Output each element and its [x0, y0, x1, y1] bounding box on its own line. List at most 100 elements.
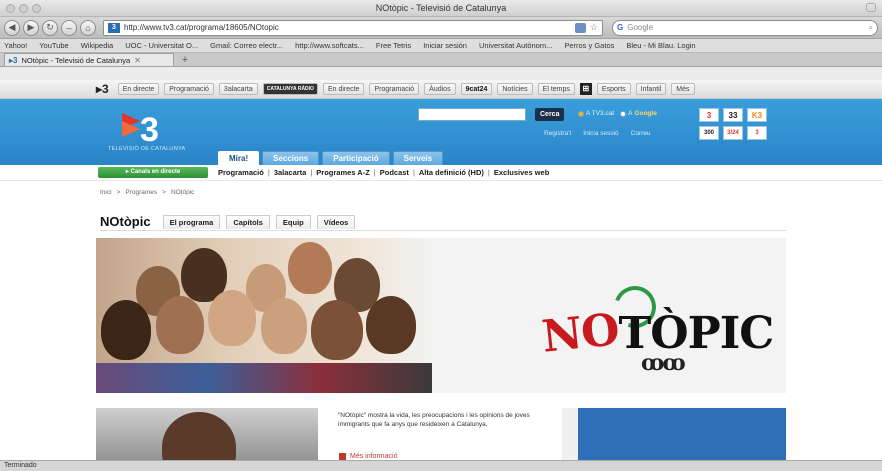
topnav-link[interactable]: Esports: [596, 83, 631, 95]
live-channels-label: Canals en directe: [130, 169, 181, 175]
radio-dot-icon: [620, 110, 627, 117]
bookmark-item[interactable]: Universitat Autònom...: [479, 41, 552, 50]
bookmark-item[interactable]: Free Tetris: [376, 41, 411, 50]
bookmark-item[interactable]: Yahoo!: [4, 41, 27, 50]
bookmark-item[interactable]: Wikipedia: [81, 41, 114, 50]
subnav-link[interactable]: Exclusives web: [494, 168, 549, 177]
new-tab-button[interactable]: +: [174, 53, 196, 66]
live-channels-button[interactable]: ▸ Canals en directe: [98, 167, 208, 178]
topnav-link[interactable]: En directe: [117, 83, 160, 95]
subnav-link[interactable]: Programes A-Z: [316, 168, 370, 177]
url-text[interactable]: http://www.tv3.cat/programa/18605/NOtopi…: [124, 23, 571, 32]
topnav-link[interactable]: Notícies: [497, 83, 533, 95]
login-link[interactable]: Inicia sessió: [583, 130, 618, 137]
subnav-link[interactable]: Alta definició (HD): [419, 168, 484, 177]
bookmark-item[interactable]: http://www.softcats...: [295, 41, 364, 50]
episode-thumbnail[interactable]: [96, 408, 318, 460]
sidebar-promo[interactable]: [578, 408, 786, 460]
main-tabs: Mira! Seccions Participació Serveis: [218, 151, 444, 165]
user-links: Registra't Inicia sessió Correu: [544, 130, 651, 137]
tab-label: NOtòpic - Televisió de Catalunya: [21, 55, 131, 65]
topnav-link[interactable]: Àudios: [424, 83, 456, 95]
search-button[interactable]: Cerca: [535, 108, 565, 121]
topnav-link[interactable]: Programació: [164, 83, 214, 95]
bookmark-item[interactable]: Bleu - Mi Blau. Login: [626, 41, 695, 50]
site-search-input[interactable]: [418, 108, 526, 121]
search-scope: A TV3.cat A Google: [578, 110, 657, 117]
radio-google-label: A: [628, 110, 633, 117]
rss-icon[interactable]: [574, 22, 586, 33]
stop-button[interactable]: –: [61, 19, 77, 36]
program-tab[interactable]: Equip: [275, 214, 311, 229]
google-search-icon[interactable]: G: [617, 23, 623, 32]
radio-tv3[interactable]: A TV3.cat: [578, 110, 614, 117]
program-tab[interactable]: Vídeos: [316, 214, 356, 229]
bookmark-item[interactable]: YouTube: [39, 41, 68, 50]
breadcrumb: Inici > Programes > NOtòpic: [100, 189, 195, 196]
tab-mira[interactable]: Mira!: [218, 151, 260, 165]
browser-tab[interactable]: ▸3 NOtòpic - Televisió de Catalunya ✕: [4, 53, 174, 66]
grid-icon[interactable]: ⊞: [579, 83, 592, 95]
logo-subtitle: ꝏꝏ: [641, 350, 686, 376]
tab-close-icon[interactable]: ✕: [134, 56, 141, 65]
tv3hd-channel-icon[interactable]: 3: [747, 126, 767, 140]
c300-channel-icon[interactable]: 300: [699, 126, 719, 140]
program-tab[interactable]: El programa: [162, 214, 221, 229]
tab-bar: ▸3 NOtòpic - Televisió de Catalunya ✕ +: [0, 53, 882, 67]
person-photo: [162, 412, 236, 460]
breadcrumb-item[interactable]: Inici: [100, 189, 112, 196]
topnav-more[interactable]: Més: [671, 83, 695, 95]
register-link[interactable]: Registra't: [544, 130, 571, 137]
channel-icons-row2: 300 3/24 3: [699, 126, 767, 140]
home-button[interactable]: ⌂: [80, 19, 96, 36]
bookmark-star-icon[interactable]: ☆: [590, 22, 598, 33]
minimize-window-button[interactable]: [19, 4, 28, 13]
status-bar: Terminado: [0, 460, 882, 471]
tv3-logo[interactable]: 3: [118, 107, 168, 147]
window-titlebar: NOtòpic - Televisió de Catalunya: [0, 0, 882, 17]
address-bar[interactable]: 3 http://www.tv3.cat/programa/18605/NOto…: [103, 19, 603, 36]
program-tab[interactable]: Capítols: [226, 214, 270, 229]
c324-channel-icon[interactable]: 3/24: [723, 126, 743, 140]
tv3-channel-icon[interactable]: 3: [699, 108, 719, 122]
window-controls[interactable]: [6, 4, 41, 13]
topnav-link[interactable]: El temps: [537, 83, 575, 95]
topnav-link[interactable]: 3alacarta: [218, 83, 258, 95]
tab-participacio[interactable]: Participació: [322, 151, 390, 165]
tab-seccions[interactable]: Seccions: [262, 151, 320, 165]
catalunya-radio-logo[interactable]: CATALUNYA RÀDIO: [262, 83, 318, 95]
more-info-link[interactable]: Més informació: [339, 453, 397, 460]
tv3-small-logo[interactable]: ▸3: [96, 82, 109, 96]
toolbar-toggle-button[interactable]: [866, 3, 876, 12]
subnav-link[interactable]: Programació: [218, 168, 264, 177]
search-input[interactable]: Google: [627, 23, 653, 32]
search-bar[interactable]: G Google ⌕: [612, 19, 878, 36]
bookmark-item[interactable]: Gmail: Correo electr...: [210, 41, 283, 50]
topnav-link[interactable]: 9cat24: [460, 83, 493, 95]
back-arrow-icon: ◀: [8, 22, 16, 32]
site-favicon-icon: 3: [108, 22, 120, 33]
topnav-link[interactable]: Programació: [369, 83, 420, 95]
topnav-link[interactable]: En directe: [322, 83, 365, 95]
more-info-label: Més informació: [350, 453, 398, 460]
k3-channel-icon[interactable]: K3: [747, 108, 767, 122]
subnav-link[interactable]: Podcast: [380, 168, 409, 177]
radio-google[interactable]: A Google: [620, 110, 657, 117]
c33-channel-icon[interactable]: 33: [723, 108, 743, 122]
group-photo: [96, 238, 432, 393]
bookmark-item[interactable]: UOC - Universitat O...: [125, 41, 198, 50]
breadcrumb-item[interactable]: Programes: [125, 189, 157, 196]
reload-button[interactable]: ↻: [42, 19, 58, 36]
zoom-window-button[interactable]: [32, 4, 41, 13]
back-button[interactable]: ◀: [4, 19, 20, 36]
subnav-link[interactable]: 3alacarta: [274, 168, 307, 177]
mail-link[interactable]: Correu: [631, 130, 651, 137]
reload-icon: ↻: [46, 22, 54, 32]
forward-button[interactable]: ▶: [23, 19, 39, 36]
bookmark-item[interactable]: Iniciar sesión: [423, 41, 467, 50]
bookmark-item[interactable]: Perros y Gatos: [564, 41, 614, 50]
topnav-link[interactable]: Infantil: [635, 83, 667, 95]
tab-serveis[interactable]: Serveis: [392, 151, 444, 165]
close-window-button[interactable]: [6, 4, 15, 13]
magnifier-icon[interactable]: ⌕: [869, 23, 873, 33]
